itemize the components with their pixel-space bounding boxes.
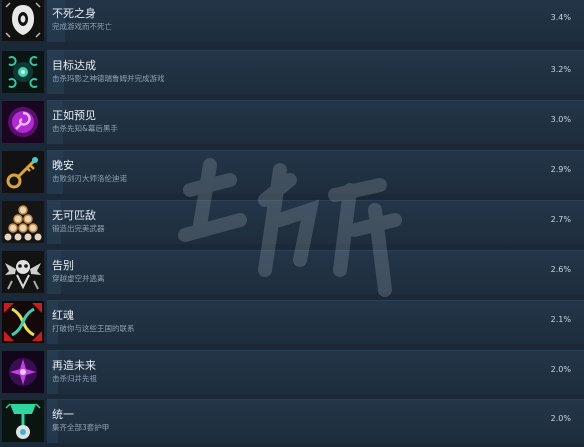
- achievement-percent: 2.6%: [550, 265, 571, 274]
- achievement-bar: 正如预见 击杀先知&幕后黑手 3.0%: [47, 100, 584, 144]
- triangle-orbs-icon: [2, 201, 44, 243]
- twisted-strands-icon: [2, 301, 44, 343]
- purple-flower-icon: [2, 351, 44, 393]
- achievement-desc: 穿越虚空并逃离: [52, 274, 105, 283]
- achievement-name: 告别: [52, 259, 74, 272]
- green-shield-icon: [2, 400, 44, 442]
- achievement-percent: 2.1%: [550, 315, 571, 324]
- golden-key-icon: [2, 151, 44, 193]
- achievement-bar: 统一 集齐全部3套护甲 2.0%: [47, 399, 584, 443]
- achievement-percent: 2.0%: [550, 365, 571, 374]
- achievement-desc: 锻造出完美武器: [52, 224, 105, 233]
- achievement-name: 晚安: [52, 159, 74, 172]
- achievement-name: 统一: [52, 408, 74, 421]
- achievement-bar: 告别 穿越虚空并逃离 2.6%: [47, 250, 584, 294]
- achievement-name: 红魂: [52, 309, 74, 322]
- achievement-bar: 晚安 击败剑刃大师洛伦迪诺 2.9%: [47, 150, 584, 194]
- achievement-name: 正如预见: [52, 109, 96, 122]
- achievement-row[interactable]: 正如预见 击杀先知&幕后黑手 3.0%: [0, 100, 584, 148]
- achievement-desc: 打破你与这些王国的联系: [52, 324, 135, 333]
- achievement-desc: 击杀先知&幕后黑手: [52, 124, 118, 133]
- achievement-row[interactable]: 再造未来 击杀归井先祖 2.0%: [0, 350, 584, 398]
- achievement-desc: 击杀归井先祖: [52, 374, 97, 383]
- achievement-percent: 3.4%: [550, 13, 571, 22]
- achievement-row[interactable]: 红魂 打破你与这些王国的联系 2.1%: [0, 300, 584, 348]
- achievement-desc: 完成游戏而不死亡: [52, 22, 112, 31]
- achievement-desc: 击杀玛影之神德瑞鲁姆并完成游戏: [52, 74, 165, 83]
- achievement-row[interactable]: 晚安 击败剑刃大师洛伦迪诺 2.9%: [0, 150, 584, 198]
- achievement-bar: 不死之身 完成游戏而不死亡 3.4%: [47, 0, 584, 42]
- achievement-name: 目标达成: [52, 59, 96, 72]
- achievement-row[interactable]: 无可匹敌 锻造出完美武器 2.7%: [0, 200, 584, 248]
- magenta-spiral-icon: [2, 101, 44, 143]
- achievement-desc: 击败剑刃大师洛伦迪诺: [52, 174, 127, 183]
- achievement-name: 无可匹敌: [52, 209, 96, 222]
- achievement-bar: 无可匹敌 锻造出完美武器 2.7%: [47, 200, 584, 244]
- achievement-row[interactable]: 目标达成 击杀玛影之神德瑞鲁姆并完成游戏 3.2%: [0, 50, 584, 98]
- achievement-percent: 2.7%: [550, 215, 571, 224]
- winged-skull-icon: [2, 251, 44, 293]
- achievement-bar: 目标达成 击杀玛影之神德瑞鲁姆并完成游戏 3.2%: [47, 50, 584, 94]
- achievement-percent: 2.0%: [550, 414, 571, 423]
- achievement-bar: 红魂 打破你与这些王国的联系 2.1%: [47, 300, 584, 344]
- achievement-percent: 2.9%: [550, 165, 571, 174]
- achievement-row[interactable]: 告别 穿越虚空并逃离 2.6%: [0, 250, 584, 298]
- achievement-percent: 3.2%: [550, 65, 571, 74]
- glowing-orb-icon: [2, 51, 44, 93]
- achievement-name: 再造未来: [52, 359, 96, 372]
- ghost-mask-icon: [2, 0, 44, 41]
- achievement-row[interactable]: 不死之身 完成游戏而不死亡 3.4%: [0, 0, 584, 46]
- achievement-percent: 3.0%: [550, 115, 571, 124]
- achievement-desc: 集齐全部3套护甲: [52, 423, 110, 432]
- achievement-name: 不死之身: [52, 7, 96, 20]
- achievement-bar: 再造未来 击杀归井先祖 2.0%: [47, 350, 584, 394]
